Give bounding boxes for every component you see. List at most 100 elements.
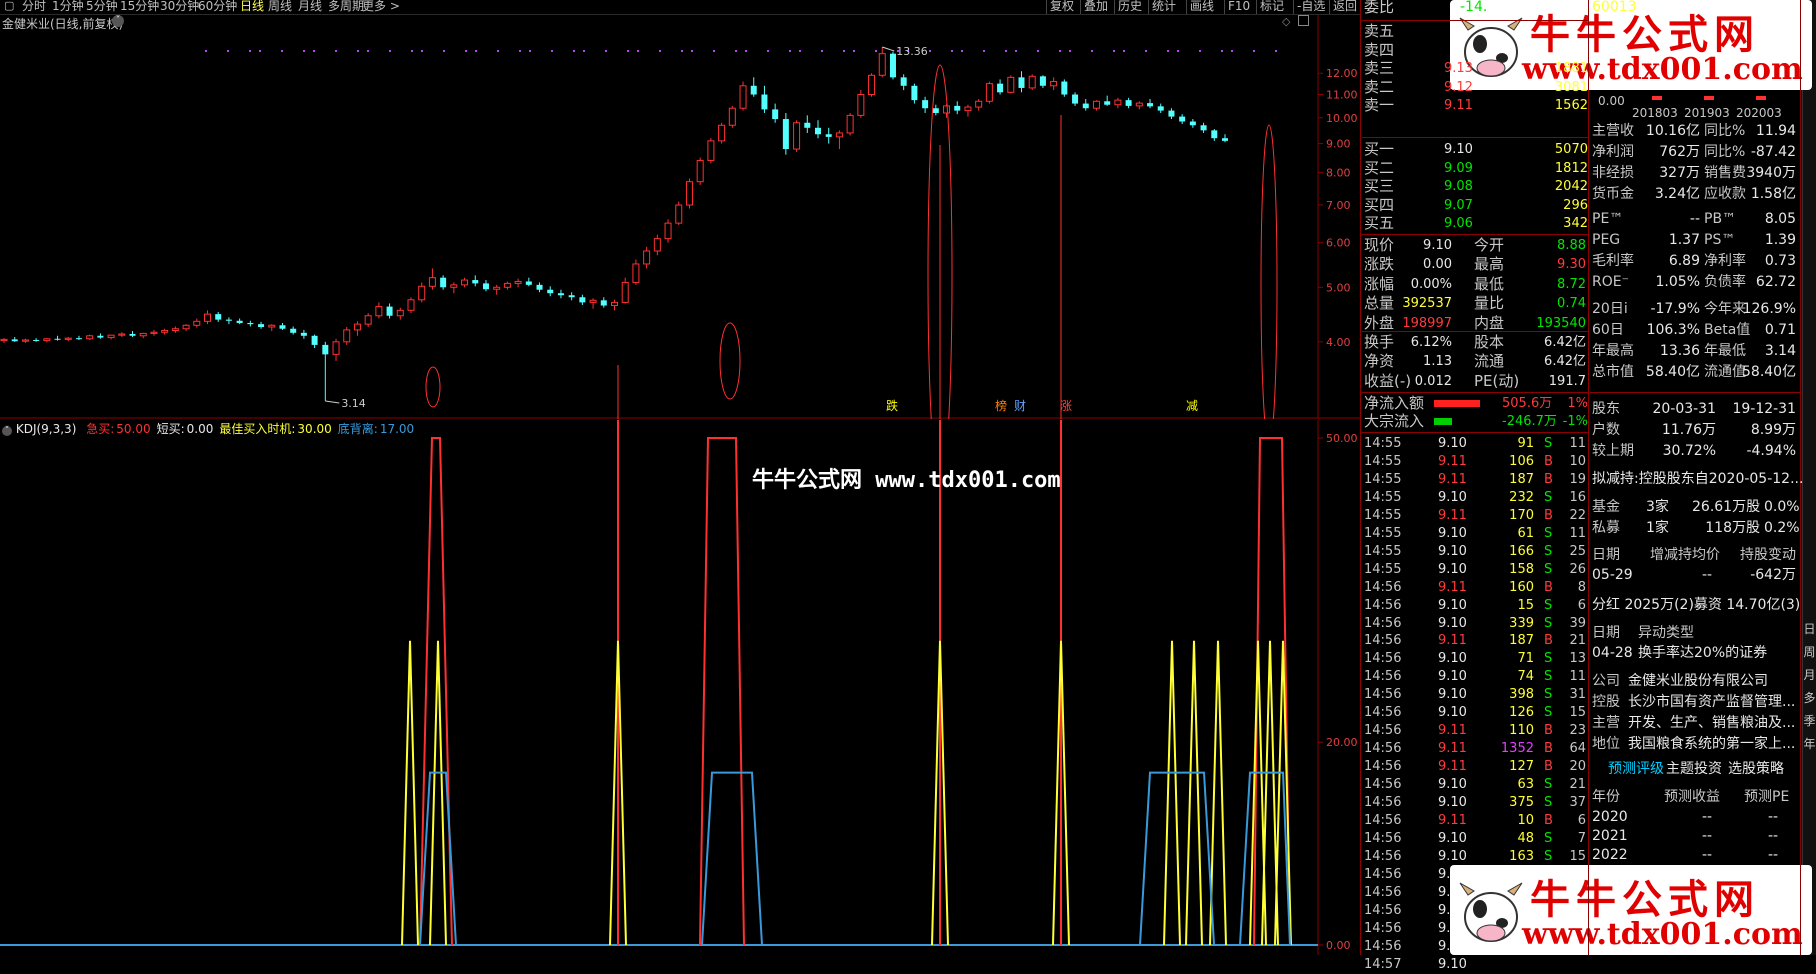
quote-value: 0.00% xyxy=(1410,276,1452,292)
tick-direction: B xyxy=(1544,723,1553,739)
candle xyxy=(878,47,886,78)
high-price-label: 13.36 xyxy=(896,45,928,58)
toolbar-action[interactable]: F10 xyxy=(1228,0,1250,13)
order-price: 9.08 xyxy=(1444,179,1473,194)
order-label: 卖一 xyxy=(1364,96,1395,114)
tick-time: 14:56 xyxy=(1364,615,1402,631)
window-icon[interactable] xyxy=(1298,15,1309,26)
diamond-icon[interactable]: ◇ xyxy=(1282,15,1290,28)
tick-count: 31 xyxy=(1569,687,1586,703)
quote-value: 6.12% xyxy=(1410,335,1452,350)
candle xyxy=(343,327,351,345)
candle xyxy=(761,85,768,113)
toolbar-action[interactable]: 历史 xyxy=(1118,0,1142,13)
chevron-down-icon[interactable]: ˅ xyxy=(112,15,124,27)
tick-volume: 48 xyxy=(1517,830,1534,846)
side-strip xyxy=(1802,0,1816,955)
period-tab[interactable]: 1分钟 xyxy=(52,0,84,13)
quote-label: 净资 xyxy=(1364,352,1395,371)
flow-pct: 1% xyxy=(1567,396,1588,411)
tick-price: 9.11 xyxy=(1438,723,1467,739)
candle xyxy=(868,73,876,97)
period-tab[interactable]: 15分钟 xyxy=(120,0,159,13)
quote-label: 换手 xyxy=(1364,333,1395,351)
fin-label: 毛利率 xyxy=(1592,253,1634,269)
order-label: 买四 xyxy=(1364,195,1395,214)
event-marker: 榜 xyxy=(995,398,1007,413)
watermark-badge-url: www.tdx001.com xyxy=(1522,917,1803,952)
tick-volume: 232 xyxy=(1509,489,1534,505)
toolbar-divider xyxy=(1148,0,1149,14)
tick-time: 14:55 xyxy=(1364,436,1402,451)
side-period-button[interactable]: 季 xyxy=(1803,712,1816,729)
period-tab[interactable]: 月线 xyxy=(298,0,322,13)
toolbar-action[interactable]: 返回 xyxy=(1333,0,1357,13)
toolbar-action[interactable]: -自选 xyxy=(1297,0,1325,13)
signal-dot xyxy=(443,50,445,52)
period-tab[interactable]: 更多 > xyxy=(362,0,400,13)
candle xyxy=(1028,74,1036,91)
side-period-button[interactable]: 多 xyxy=(1803,689,1816,706)
period-tab[interactable]: 30分钟 xyxy=(160,0,199,13)
period-tab[interactable]: 5分钟 xyxy=(86,0,118,13)
toolbar-action[interactable]: 统计 xyxy=(1152,0,1176,13)
period-tab[interactable]: 分时 xyxy=(22,0,46,13)
forecast-eps: -- xyxy=(1702,847,1713,863)
candlestick-chart[interactable]: 12.00 11.00 10.00 9.00 8.00 7.00 6.00 5.00 4.00 1… xyxy=(0,15,1360,486)
tick-count: 16 xyxy=(1569,489,1586,505)
period-tab[interactable]: 日线 xyxy=(240,0,264,13)
toolbar-action[interactable]: 叠加 xyxy=(1084,0,1108,13)
side-period-button[interactable]: 月 xyxy=(1803,666,1816,683)
signal-dot xyxy=(735,50,737,52)
side-period-button[interactable]: 年 xyxy=(1803,735,1816,752)
fin-value: 1.39 xyxy=(1764,232,1796,248)
candle xyxy=(1189,119,1196,128)
candle xyxy=(1135,101,1143,110)
candle xyxy=(985,81,993,104)
fund-pct: 0.0% xyxy=(1764,499,1800,515)
candle xyxy=(889,51,896,80)
toolbar-action[interactable]: 画线 xyxy=(1190,0,1214,13)
order-volume: 296 xyxy=(1563,197,1588,213)
chevron-down-icon[interactable]: ˅ xyxy=(2,426,12,436)
panel-divider xyxy=(1588,0,1589,955)
quote-label: 今开 xyxy=(1474,236,1505,254)
tick-time: 14:56 xyxy=(1364,597,1402,613)
period-tab[interactable]: 60分钟 xyxy=(198,0,237,13)
period-tab[interactable]: 周线 xyxy=(268,0,292,13)
fin-label: 主营收 xyxy=(1592,123,1634,139)
fin-value: 327万 xyxy=(1659,165,1700,181)
fin-bar xyxy=(1704,96,1714,100)
side-period-button[interactable]: 日 xyxy=(1803,620,1816,637)
candle xyxy=(386,303,393,319)
fund-label: 私募 xyxy=(1592,520,1620,536)
holder-label: 股东 xyxy=(1592,401,1620,417)
toolbar-action[interactable]: 复权 xyxy=(1050,0,1074,13)
kdj-legend-value: 17.00 xyxy=(379,422,415,436)
signal-dot xyxy=(789,50,791,52)
menu-icon[interactable]: ▢ xyxy=(4,0,14,13)
fin-label: 总市值 xyxy=(1592,364,1634,380)
kdj-legend-label: 急买: xyxy=(86,422,115,436)
candle xyxy=(1072,92,1079,106)
tick-price: 9.10 xyxy=(1438,436,1467,451)
kdj-legend: ˅ KDJ(9,3,3) 急买: 50.00 短买: 0.00 最佳买入时机: 30.00… xyxy=(2,420,414,437)
tick-time: 14:56 xyxy=(1364,795,1402,810)
fin-value: 62.72 xyxy=(1755,274,1796,290)
toolbar-action[interactable]: 标记 xyxy=(1260,0,1284,13)
order-label: 买三 xyxy=(1364,177,1395,195)
tick-time: 14:56 xyxy=(1364,938,1402,954)
period-tab[interactable]: 多周期 xyxy=(328,0,364,13)
quote-value: 9.30 xyxy=(1557,257,1586,273)
kdj-indicator-chart[interactable]: 50.00 20.00 0.00 ˅ KDJ(9,3,3) 急买: 50.00 短买: 0… xyxy=(0,420,1360,955)
candle xyxy=(547,286,554,297)
tick-price: 9.10 xyxy=(1438,561,1467,577)
fund-count: 1家 xyxy=(1646,520,1669,536)
signal-ellipse xyxy=(719,322,741,400)
quote-value: 6.42亿 xyxy=(1544,335,1586,350)
side-period-button[interactable]: 周 xyxy=(1803,643,1816,660)
tick-time: 14:55 xyxy=(1364,525,1402,541)
quote-value: 0.74 xyxy=(1557,296,1586,312)
tick-direction: S xyxy=(1544,669,1553,685)
tick-time: 14:56 xyxy=(1364,579,1402,595)
